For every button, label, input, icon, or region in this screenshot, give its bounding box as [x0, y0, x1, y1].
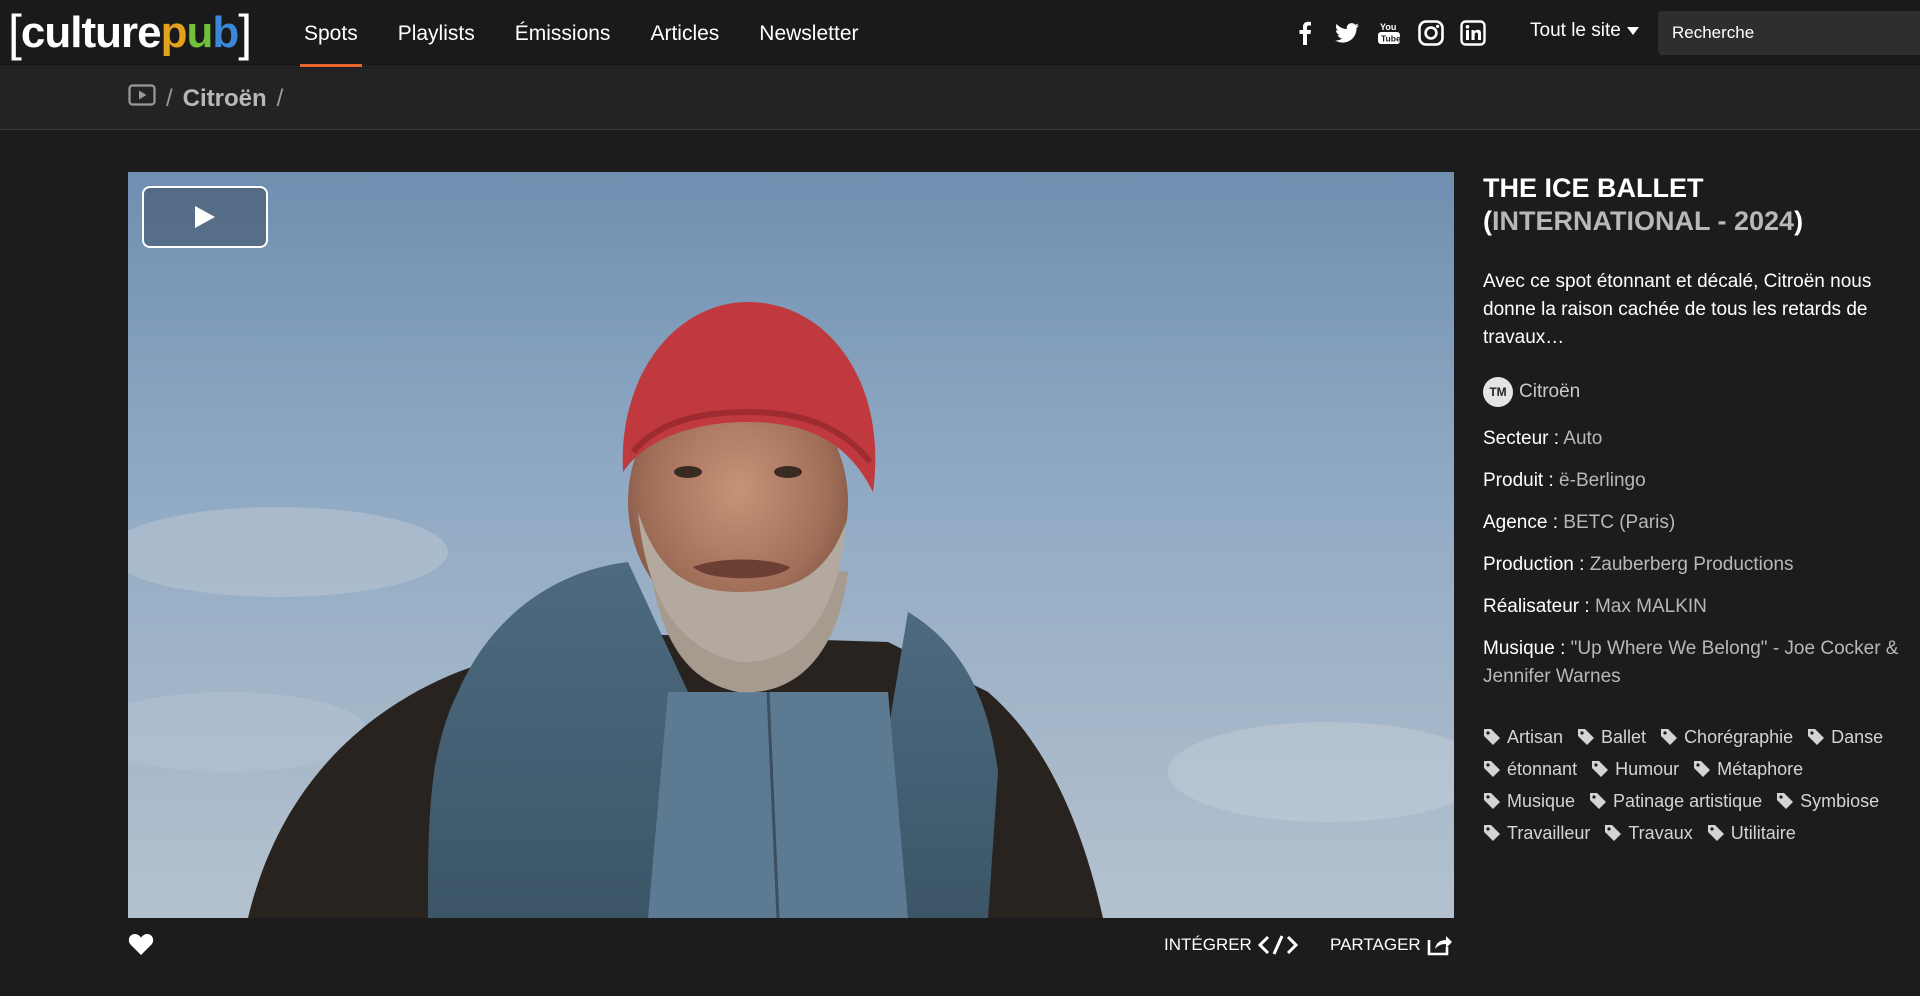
- code-icon: [1257, 935, 1298, 955]
- culturepub-logo[interactable]: [ culture p u b ]: [8, 5, 252, 61]
- tag-item[interactable]: Danse: [1807, 723, 1883, 751]
- trademark-icon: TM: [1483, 377, 1513, 407]
- share-label: PARTAGER: [1330, 935, 1421, 954]
- tag-icon: [1707, 825, 1724, 841]
- tag-item[interactable]: Travaux: [1604, 819, 1693, 847]
- video-icon[interactable]: [128, 84, 156, 113]
- tag-item[interactable]: Travailleur: [1483, 819, 1590, 847]
- top-navigation: [ culture p u b ] Spots Playlists Émissi…: [0, 0, 1920, 67]
- tag-label: Métaphore: [1717, 759, 1804, 779]
- svg-text:Tube: Tube: [1381, 34, 1401, 44]
- breadcrumb-separator: /: [276, 84, 284, 112]
- tag-icon: [1484, 825, 1500, 841]
- site-scope-select[interactable]: Tout le site: [1530, 20, 1639, 42]
- tag-label: Travailleur: [1507, 823, 1591, 843]
- tag-label: Symbiose: [1800, 791, 1880, 811]
- spot-info-panel: THE ICE BALLET (INTERNATIONAL - 2024) Av…: [1483, 172, 1903, 847]
- tag-icon: [1484, 793, 1500, 809]
- meta-sector: Secteur : Auto: [1483, 428, 1603, 449]
- spot-meta: Secteur : Auto Produit : ë-Berlingo Agen…: [1483, 425, 1903, 691]
- search-input[interactable]: [1658, 11, 1920, 55]
- site-scope-label: Tout le site: [1530, 20, 1621, 41]
- tag-label: Utilitaire: [1730, 823, 1796, 843]
- social-links: You Tube: [1290, 16, 1488, 50]
- spot-brand[interactable]: TM Citroën: [1483, 377, 1903, 407]
- tag-item[interactable]: Humour: [1591, 755, 1679, 783]
- meta-production: Production : Zauberberg Productions: [1483, 554, 1794, 575]
- tag-label: Musique: [1507, 791, 1576, 811]
- tag-item[interactable]: Utilitaire: [1707, 819, 1796, 847]
- meta-music: Musique : "Up Where We Belong" - Joe Coc…: [1483, 638, 1899, 687]
- tag-item[interactable]: étonnant: [1483, 755, 1577, 783]
- video-player[interactable]: [128, 172, 1454, 918]
- share-button[interactable]: PARTAGER: [1330, 934, 1453, 956]
- play-button[interactable]: [142, 186, 268, 248]
- tag-item[interactable]: Artisan: [1483, 723, 1563, 751]
- tag-icon: [1661, 729, 1678, 745]
- tag-icon: [1694, 761, 1711, 777]
- tag-list: Artisan Ballet Chorégraphie Danse étonnant Hu…: [1483, 723, 1893, 847]
- tag-label: étonnant: [1507, 759, 1578, 779]
- like-heart-icon[interactable]: [128, 932, 154, 961]
- video-frame-image: [128, 302, 1454, 918]
- tag-icon: [1484, 761, 1500, 777]
- embed-label: INTÉGRER: [1164, 935, 1252, 954]
- tag-label: Patinage artistique: [1613, 791, 1763, 811]
- tag-item[interactable]: Musique: [1483, 787, 1575, 815]
- tag-label: Ballet: [1601, 727, 1647, 747]
- tag-label: Travaux: [1628, 823, 1693, 843]
- tag-label: Artisan: [1507, 727, 1564, 747]
- tag-icon: [1484, 729, 1500, 745]
- tag-item[interactable]: Chorégraphie: [1660, 723, 1793, 751]
- tag-label: Danse: [1831, 727, 1884, 747]
- tag-item[interactable]: Patinage artistique: [1589, 787, 1762, 815]
- tag-icon: [1808, 729, 1825, 745]
- tag-icon: [1605, 825, 1622, 841]
- linkedin-icon[interactable]: [1458, 16, 1488, 50]
- breadcrumb-bar: / Citroën /: [0, 68, 1920, 130]
- meta-product: Produit : ë-Berlingo: [1483, 470, 1646, 491]
- spot-description: Avec ce spot étonnant et décalé, Citroën…: [1483, 271, 1872, 348]
- nav-spots[interactable]: Spots: [284, 0, 378, 67]
- meta-agency: Agence : BETC (Paris): [1483, 512, 1676, 533]
- tag-item[interactable]: Métaphore: [1693, 755, 1803, 783]
- facebook-icon[interactable]: [1290, 16, 1320, 50]
- nav-playlists[interactable]: Playlists: [378, 0, 495, 67]
- video-actions: INTÉGRER PARTAGER: [128, 928, 1454, 964]
- main-nav: Spots Playlists Émissions Articles Newsl…: [284, 0, 879, 67]
- meta-director: Réalisateur : Max MALKIN: [1483, 596, 1707, 617]
- instagram-icon[interactable]: [1416, 16, 1446, 50]
- tag-item[interactable]: Symbiose: [1776, 787, 1879, 815]
- tag-label: Chorégraphie: [1684, 727, 1794, 747]
- caret-down-icon: [1626, 27, 1639, 35]
- svg-text:You: You: [1380, 22, 1396, 32]
- tag-label: Humour: [1615, 759, 1680, 779]
- tag-icon: [1590, 793, 1607, 809]
- breadcrumb: / Citroën /: [128, 84, 283, 113]
- tag-icon: [1777, 793, 1794, 809]
- nav-newsletter[interactable]: Newsletter: [739, 0, 878, 67]
- tag-item[interactable]: Ballet: [1577, 723, 1646, 751]
- youtube-icon[interactable]: You Tube: [1374, 16, 1404, 50]
- play-icon: [195, 206, 215, 228]
- brand-name: Citroën: [1519, 381, 1581, 402]
- twitter-icon[interactable]: [1332, 16, 1362, 50]
- nav-articles[interactable]: Articles: [630, 0, 739, 67]
- breadcrumb-separator: /: [166, 84, 173, 112]
- nav-emissions[interactable]: Émissions: [495, 0, 631, 67]
- share-icon: [1427, 936, 1452, 956]
- spot-title: THE ICE BALLET (INTERNATIONAL - 2024): [1483, 173, 1804, 236]
- breadcrumb-brand[interactable]: Citroën: [183, 85, 267, 113]
- tag-icon: [1592, 761, 1609, 777]
- tag-icon: [1578, 729, 1595, 745]
- embed-button[interactable]: INTÉGRER: [1164, 934, 1298, 956]
